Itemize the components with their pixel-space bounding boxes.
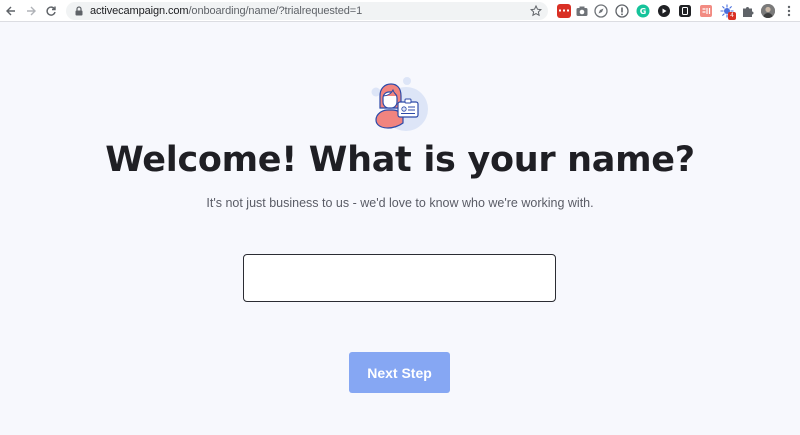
url-text: activecampaign.com/onboarding/name/?tria… [90,5,362,17]
camera-icon[interactable] [575,4,589,18]
shield-icon[interactable] [615,4,629,18]
url-domain: activecampaign.com [90,5,189,17]
avatar[interactable] [761,4,775,18]
compass-icon[interactable] [594,4,608,18]
ext-red-icon[interactable] [557,4,571,18]
browser-toolbar: activecampaign.com/onboarding/name/?tria… [0,0,800,22]
arrow-right-icon [27,6,36,16]
svg-text:G: G [640,7,647,16]
lock-icon [75,6,83,16]
forward-button[interactable] [20,0,42,22]
next-step-button[interactable]: Next Step [349,352,450,393]
reload-icon [46,6,56,16]
ext-dark-icon[interactable] [678,4,692,18]
ext-pink-icon[interactable] [699,4,713,18]
url-path: /onboarding/name/?trialrequested=1 [188,5,363,17]
bookmark-star-icon[interactable] [530,5,542,17]
reload-button[interactable] [40,0,62,22]
page-title: Welcome! What is your name? [105,140,695,180]
back-button[interactable] [0,0,22,22]
name-input[interactable] [243,254,556,302]
extension-badge: 4 [728,12,736,20]
play-icon[interactable] [657,4,671,18]
grammarly-icon[interactable]: G [636,4,650,18]
page-subtitle: It's not just business to us - we'd love… [206,196,594,210]
arrow-left-icon [6,6,15,16]
address-bar[interactable]: activecampaign.com/onboarding/name/?tria… [66,2,548,20]
menu-dots-icon[interactable] [782,4,796,18]
profile-card-illustration [371,77,428,131]
puzzle-icon[interactable] [741,4,755,18]
